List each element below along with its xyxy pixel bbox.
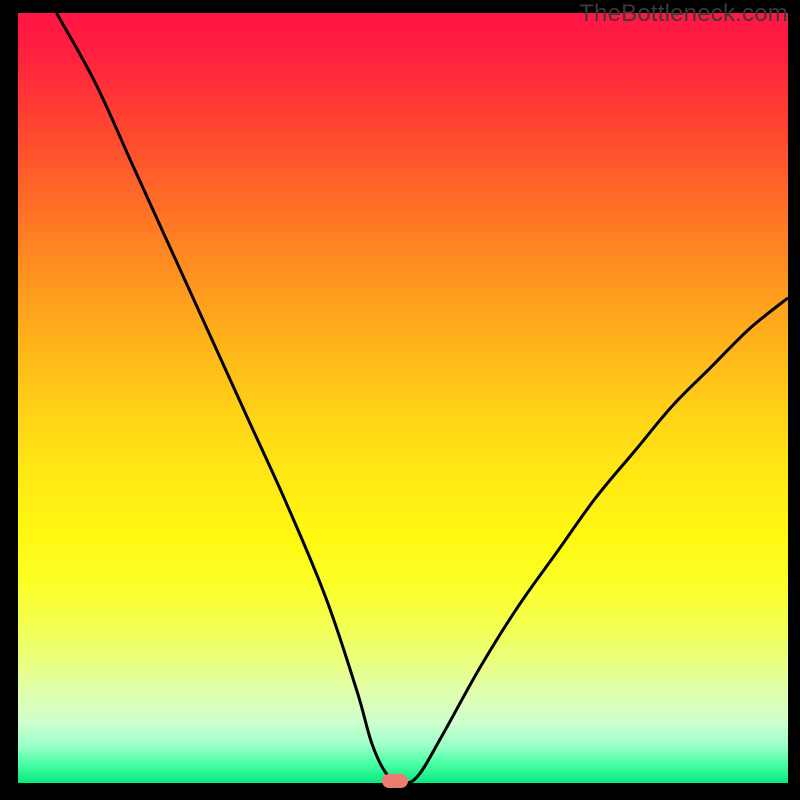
plot-area <box>18 13 788 783</box>
optimum-marker <box>382 774 408 788</box>
watermark-text: TheBottleneck.com <box>579 0 788 28</box>
chart-stage: TheBottleneck.com <box>0 0 800 800</box>
bottleneck-curve <box>18 13 788 783</box>
curve-path <box>57 13 789 783</box>
